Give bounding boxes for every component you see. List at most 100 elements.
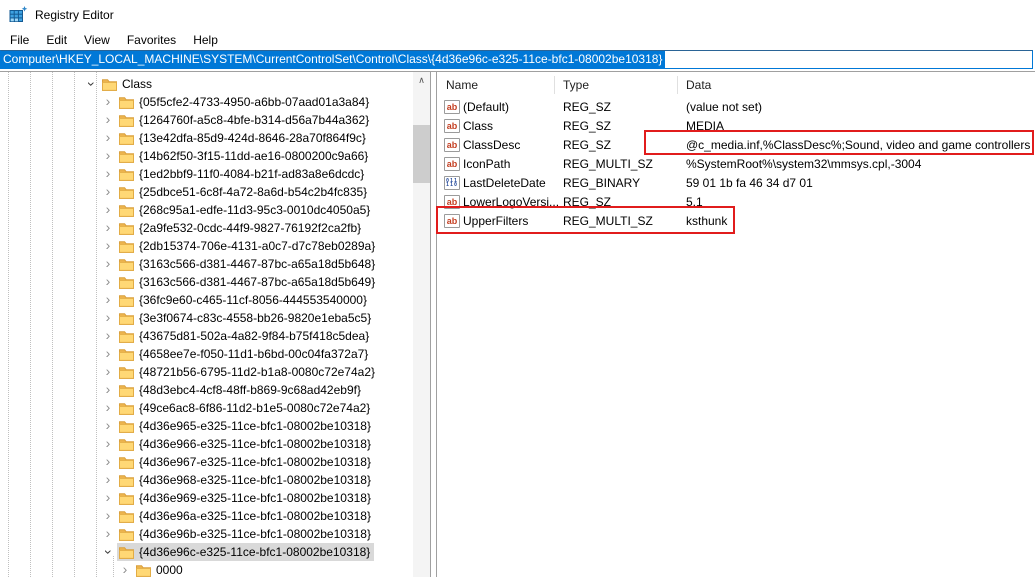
column-separator[interactable] bbox=[554, 76, 555, 94]
tree-item[interactable]: › {48d3ebc4-4cf8-48ff-b869-9c68ad42eb9f} bbox=[0, 381, 412, 399]
chevron-right-icon[interactable]: › bbox=[101, 292, 115, 308]
folder-icon bbox=[119, 132, 134, 145]
chevron-right-icon[interactable]: › bbox=[101, 166, 115, 182]
chevron-right-icon[interactable]: › bbox=[101, 310, 115, 326]
chevron-right-icon[interactable]: › bbox=[101, 490, 115, 506]
value-data: %SystemRoot%\system32\mmsys.cpl,-3004 bbox=[686, 155, 921, 174]
value-data: ksthunk bbox=[686, 212, 727, 231]
tree-item-label: {14b62f50-3f15-11dd-ae16-0800200c9a66} bbox=[139, 149, 368, 163]
chevron-right-icon[interactable]: › bbox=[101, 202, 115, 218]
tree-item[interactable]: › Class bbox=[0, 75, 412, 93]
chevron-right-icon[interactable]: › bbox=[101, 94, 115, 110]
column-header-type[interactable]: Type bbox=[563, 72, 589, 98]
folder-icon bbox=[119, 420, 134, 433]
registry-value-row[interactable]: ab ClassDesc REG_SZ @c_media.inf,%ClassD… bbox=[437, 136, 1035, 155]
value-data: MEDIA bbox=[686, 117, 724, 136]
chevron-right-icon[interactable]: › bbox=[118, 562, 132, 577]
chevron-right-icon[interactable]: › bbox=[101, 184, 115, 200]
tree-item[interactable]: › {4d36e96a-e325-11ce-bfc1-08002be10318} bbox=[0, 507, 412, 525]
chevron-right-icon[interactable]: › bbox=[101, 274, 115, 290]
tree-item[interactable]: › {1264760f-a5c8-4bfe-b314-d56a7b44a362} bbox=[0, 111, 412, 129]
tree-item[interactable]: › {05f5cfe2-4733-4950-a6bb-07aad01a3a84} bbox=[0, 93, 412, 111]
chevron-right-icon[interactable]: › bbox=[101, 112, 115, 128]
tree-item[interactable]: › {4d36e966-e325-11ce-bfc1-08002be10318} bbox=[0, 435, 412, 453]
tree-item[interactable]: › {4d36e965-e325-11ce-bfc1-08002be10318} bbox=[0, 417, 412, 435]
registry-value-row[interactable]: ab (Default) REG_SZ (value not set) bbox=[437, 98, 1035, 117]
chevron-right-icon[interactable]: › bbox=[101, 454, 115, 470]
scrollbar-thumb[interactable] bbox=[413, 125, 430, 183]
chevron-right-icon[interactable]: › bbox=[101, 508, 115, 524]
tree-item[interactable]: › {3163c566-d381-4467-87bc-a65a18d5b649} bbox=[0, 273, 412, 291]
chevron-right-icon[interactable]: › bbox=[101, 472, 115, 488]
tree-item[interactable]: › 0000 bbox=[0, 561, 412, 577]
chevron-right-icon[interactable]: › bbox=[101, 436, 115, 452]
scroll-up-button[interactable]: ∧ bbox=[413, 72, 430, 89]
tree-item[interactable]: › {4d36e968-e325-11ce-bfc1-08002be10318} bbox=[0, 471, 412, 489]
tree-item[interactable]: › {268c95a1-edfe-11d3-95c3-0010dc4050a5} bbox=[0, 201, 412, 219]
chevron-right-icon[interactable]: › bbox=[101, 220, 115, 236]
column-separator[interactable] bbox=[677, 76, 678, 94]
chevron-right-icon[interactable]: › bbox=[101, 346, 115, 362]
chevron-down-icon[interactable]: › bbox=[83, 77, 99, 91]
tree-item[interactable]: › {2a9fe532-0cdc-44f9-9827-76192f2ca2fb} bbox=[0, 219, 412, 237]
chevron-right-icon[interactable]: › bbox=[101, 328, 115, 344]
tree-item[interactable]: › {48721b56-6795-11d2-b1a8-0080c72e74a2} bbox=[0, 363, 412, 381]
value-name: LastDeleteDate bbox=[463, 174, 559, 193]
folder-icon bbox=[119, 456, 134, 469]
menu-view[interactable]: View bbox=[82, 32, 112, 48]
menu-file[interactable]: File bbox=[8, 32, 31, 48]
tree-item-label: {36fc9e60-c465-11cf-8056-444553540000} bbox=[139, 293, 367, 307]
tree-item[interactable]: › {3163c566-d381-4467-87bc-a65a18d5b648} bbox=[0, 255, 412, 273]
chevron-right-icon[interactable]: › bbox=[101, 130, 115, 146]
column-header-data[interactable]: Data bbox=[686, 72, 711, 98]
address-bar[interactable]: Computer\HKEY_LOCAL_MACHINE\SYSTEM\Curre… bbox=[0, 50, 1033, 69]
tree-item[interactable]: › {25dbce51-6c8f-4a72-8a6d-b54c2b4fc835} bbox=[0, 183, 412, 201]
tree-vertical-scrollbar[interactable]: ∧ bbox=[413, 72, 430, 577]
registry-value-row[interactable]: 011 110 LastDeleteDate REG_BINARY 59 01 … bbox=[437, 174, 1035, 193]
value-type: REG_SZ bbox=[563, 136, 611, 155]
menu-favorites[interactable]: Favorites bbox=[125, 32, 178, 48]
chevron-right-icon[interactable]: › bbox=[101, 526, 115, 542]
tree-item[interactable]: › {49ce6ac8-6f86-11d2-b1e5-0080c72e74a2} bbox=[0, 399, 412, 417]
menu-edit[interactable]: Edit bbox=[44, 32, 69, 48]
chevron-right-icon[interactable]: › bbox=[101, 364, 115, 380]
registry-value-row[interactable]: ab LowerLogoVersi... REG_SZ 5.1 bbox=[437, 193, 1035, 212]
tree-item[interactable]: › {4d36e96c-e325-11ce-bfc1-08002be10318} bbox=[0, 543, 412, 561]
registry-value-row[interactable]: ab Class REG_SZ MEDIA bbox=[437, 117, 1035, 136]
tree-item[interactable]: › {3e3f0674-c83c-4558-bb26-9820e1eba5c5} bbox=[0, 309, 412, 327]
value-type: REG_MULTI_SZ bbox=[563, 155, 653, 174]
tree-item[interactable]: › {4658ee7e-f050-11d1-b6bd-00c04fa372a7} bbox=[0, 345, 412, 363]
registry-editor-window: Registry Editor File Edit View Favorites… bbox=[0, 0, 1035, 577]
tree-item[interactable]: › {4d36e967-e325-11ce-bfc1-08002be10318} bbox=[0, 453, 412, 471]
tree-item[interactable]: › {36fc9e60-c465-11cf-8056-444553540000} bbox=[0, 291, 412, 309]
registry-value-row[interactable]: ab UpperFilters REG_MULTI_SZ ksthunk bbox=[437, 212, 1035, 231]
column-header-name[interactable]: Name bbox=[446, 72, 478, 98]
chevron-right-icon[interactable]: › bbox=[101, 382, 115, 398]
tree-item[interactable]: › {1ed2bbf9-11f0-4084-b21f-ad83a8e6dcdc} bbox=[0, 165, 412, 183]
tree-item[interactable]: › {13e42dfa-85d9-424d-8646-28a70f864f9c} bbox=[0, 129, 412, 147]
tree-item[interactable]: › {43675d81-502a-4a82-9f84-b75f418c5dea} bbox=[0, 327, 412, 345]
tree-item-label: {3163c566-d381-4467-87bc-a65a18d5b649} bbox=[139, 275, 375, 289]
chevron-right-icon[interactable]: › bbox=[101, 418, 115, 434]
tree-item-label: {25dbce51-6c8f-4a72-8a6d-b54c2b4fc835} bbox=[139, 185, 367, 199]
folder-icon bbox=[102, 78, 117, 91]
tree-item[interactable]: › {4d36e96b-e325-11ce-bfc1-08002be10318} bbox=[0, 525, 412, 543]
folder-icon bbox=[119, 168, 134, 181]
registry-value-row[interactable]: ab IconPath REG_MULTI_SZ %SystemRoot%\sy… bbox=[437, 155, 1035, 174]
tree-item-label: {49ce6ac8-6f86-11d2-b1e5-0080c72e74a2} bbox=[139, 401, 370, 415]
chevron-right-icon[interactable]: › bbox=[101, 256, 115, 272]
folder-icon bbox=[119, 294, 134, 307]
tree-item[interactable]: › {4d36e969-e325-11ce-bfc1-08002be10318} bbox=[0, 489, 412, 507]
chevron-right-icon[interactable]: › bbox=[101, 148, 115, 164]
value-data: @c_media.inf,%ClassDesc%;Sound, video an… bbox=[686, 136, 1030, 155]
chevron-down-icon[interactable]: › bbox=[100, 545, 116, 559]
tree-item[interactable]: › {2db15374-706e-4131-a0c7-d7c78eb0289a} bbox=[0, 237, 412, 255]
tree-item[interactable]: › {14b62f50-3f15-11dd-ae16-0800200c9a66} bbox=[0, 147, 412, 165]
chevron-up-icon: ∧ bbox=[418, 75, 425, 85]
tree-item-label: {3e3f0674-c83c-4558-bb26-9820e1eba5c5} bbox=[139, 311, 371, 325]
chevron-right-icon[interactable]: › bbox=[101, 400, 115, 416]
chevron-right-icon[interactable]: › bbox=[101, 238, 115, 254]
menu-bar: File Edit View Favorites Help bbox=[0, 29, 1035, 50]
menu-help[interactable]: Help bbox=[191, 32, 220, 48]
tree-item-label: {2db15374-706e-4131-a0c7-d7c78eb0289a} bbox=[139, 239, 375, 253]
